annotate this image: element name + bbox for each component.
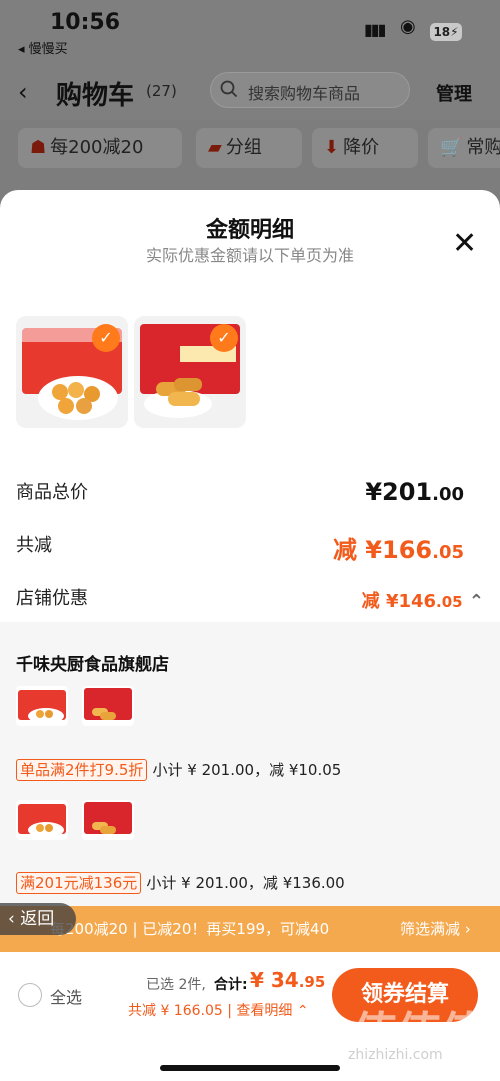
promo-text: 每200减20 | 已减20！再买199，可减40: [50, 920, 330, 938]
chip-discount[interactable]: ☗ 每200减20: [18, 128, 182, 168]
product-thumbnail: [16, 686, 68, 726]
total-reduce-value: 减 ¥166.05: [332, 536, 464, 564]
total-price-value: ¥201.00: [365, 478, 464, 506]
group-subtotal: 小计 ¥ 201.00，减 ¥10.05: [152, 761, 342, 779]
cart-count: (27): [146, 82, 177, 100]
manage-button[interactable]: 管理: [436, 80, 472, 106]
select-all-label[interactable]: 全选: [50, 984, 82, 1008]
check-icon: ✓: [92, 324, 120, 352]
product-thumbnail: [82, 800, 134, 840]
chip-label: 分组: [225, 137, 262, 158]
modal-subtitle: 实际优惠金额请以下单页为准: [145, 246, 354, 265]
signal-icon: ▮▮▮: [364, 20, 386, 39]
shop-discount-value[interactable]: 减 ¥146.05 ⌃: [362, 587, 484, 613]
chip-price-drop[interactable]: ⬇ 降价: [312, 128, 418, 168]
page-title: 购物车: [56, 81, 135, 111]
return-button[interactable]: ‹ 返回: [0, 903, 76, 935]
discount-icon: ☗: [30, 137, 47, 158]
wifi-icon: ◉: [400, 16, 416, 37]
watermark-url: zhizhizhi.com: [348, 1047, 443, 1063]
view-detail-link[interactable]: 共减 ¥ 166.05 | 查看明细 ⌃: [128, 1000, 309, 1020]
total-reduce-label: 共减: [16, 535, 52, 556]
close-icon[interactable]: ✕: [452, 226, 477, 261]
promo-group-1: 单品满2件打9.5折 小计 ¥ 201.00，减 ¥10.05: [16, 759, 342, 781]
back-icon[interactable]: ‹: [18, 78, 28, 106]
chip-label: 常购: [466, 137, 500, 158]
folder-icon: ▰: [208, 137, 222, 158]
promo-tag: 单品满2件打9.5折: [16, 759, 148, 781]
battery-icon: 18⚡: [430, 23, 462, 41]
check-icon: ✓: [210, 324, 238, 352]
chip-group[interactable]: ▰ 分组: [196, 128, 302, 168]
shop-discount-label: 店铺优惠: [16, 588, 88, 609]
chevron-up-icon: ⌃: [468, 591, 484, 612]
filter-promo-link[interactable]: 筛选满减 ›: [400, 918, 471, 939]
footer-total-label: 合计:: [214, 977, 248, 993]
cart-icon: 🛒: [440, 137, 463, 158]
modal-title: 金额明细: [205, 218, 294, 243]
home-indicator[interactable]: [160, 1065, 340, 1071]
back-to-app-link[interactable]: ◂ 慢慢买: [18, 38, 68, 57]
chip-label: 每200减20: [50, 137, 144, 158]
store-name: 千味央厨食品旗舰店: [16, 655, 169, 675]
promo-group-2: 满201元减136元 小计 ¥ 201.00，减 ¥136.00: [16, 872, 345, 894]
search-icon: [220, 80, 238, 103]
search-placeholder: 搜索购物车商品: [248, 84, 361, 103]
price-drop-icon: ⬇: [324, 137, 340, 158]
selected-count: 已选 2件,: [146, 977, 206, 993]
product-thumbnail: [16, 800, 68, 840]
status-time: 10:56: [50, 10, 121, 35]
chip-frequent[interactable]: 🛒 常购: [428, 128, 500, 168]
footer-total-amount: ¥ 34.95: [250, 968, 326, 992]
select-all-radio[interactable]: [18, 983, 42, 1007]
group-subtotal: 小计 ¥ 201.00，减 ¥136.00: [146, 874, 345, 892]
product-thumbnail: [82, 686, 134, 726]
chip-label: 降价: [343, 137, 380, 158]
total-price-label: 商品总价: [16, 482, 88, 503]
promo-tag: 满201元减136元: [16, 872, 142, 894]
